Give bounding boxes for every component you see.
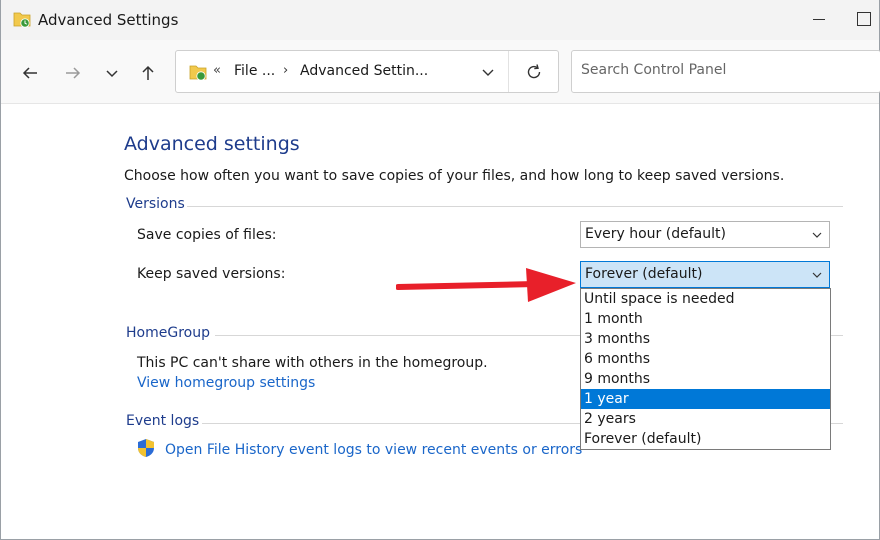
refresh-icon[interactable] <box>524 62 544 82</box>
dropdown-option[interactable]: 1 month <box>581 309 830 329</box>
breadcrumb-separator[interactable]: › <box>283 63 288 78</box>
chevron-down-icon <box>812 272 822 278</box>
chevron-down-icon <box>812 232 822 238</box>
back-arrow-icon <box>22 67 37 79</box>
view-homegroup-settings-link[interactable]: View homegroup settings <box>137 375 315 391</box>
window-title: Advanced Settings <box>38 11 179 29</box>
event-logs-group-label: Event logs <box>126 413 200 429</box>
recent-locations-button[interactable] <box>101 62 123 84</box>
advanced-settings-window: Advanced Settings « File ... › Advanced … <box>0 0 880 540</box>
forward-arrow-icon <box>66 67 81 79</box>
dropdown-option[interactable]: 3 months <box>581 329 830 349</box>
breadcrumb-advanced-settings[interactable]: Advanced Settin... <box>300 63 428 79</box>
breadcrumb-file-history[interactable]: File ... <box>234 63 275 79</box>
homegroup-group-label: HomeGroup <box>126 325 210 341</box>
keep-versions-value: Forever (default) <box>585 266 703 282</box>
keep-versions-label: Keep saved versions: <box>137 266 286 282</box>
dropdown-option[interactable]: 1 year <box>581 389 830 409</box>
keep-versions-select[interactable]: Forever (default) <box>580 261 830 288</box>
address-bar[interactable]: « File ... › Advanced Settin... <box>175 50 559 93</box>
navigation-bar: « File ... › Advanced Settin... <box>1 40 880 104</box>
search-box[interactable] <box>571 50 880 93</box>
control-panel-icon <box>188 62 208 82</box>
keep-versions-dropdown-list[interactable]: Until space is needed 1 month 3 months 6 mo… <box>580 288 831 450</box>
dropdown-option[interactable]: 6 months <box>581 349 830 369</box>
title-bar: Advanced Settings <box>1 0 879 40</box>
open-event-logs-link[interactable]: Open File History event logs to view rec… <box>165 442 582 458</box>
maximize-icon[interactable] <box>857 12 871 26</box>
dropdown-option[interactable]: 9 months <box>581 369 830 389</box>
versions-group-label: Versions <box>126 196 185 212</box>
dropdown-option[interactable]: 2 years <box>581 409 830 429</box>
versions-divider <box>187 206 843 207</box>
chevron-down-icon <box>106 70 118 78</box>
back-button[interactable] <box>19 62 41 84</box>
up-arrow-icon <box>142 65 154 80</box>
address-overflow-chevrons[interactable]: « <box>213 63 221 78</box>
page-title: Advanced settings <box>124 133 300 155</box>
up-button[interactable] <box>137 62 159 84</box>
save-copies-label: Save copies of files: <box>137 227 277 243</box>
file-history-icon <box>13 10 31 28</box>
homegroup-status: This PC can't share with others in the h… <box>137 355 488 371</box>
annotation-arrow-icon <box>396 268 576 302</box>
dropdown-option[interactable]: Forever (default) <box>581 429 830 449</box>
uac-shield-icon <box>137 438 155 458</box>
save-copies-value: Every hour (default) <box>585 226 726 242</box>
page-description: Choose how often you want to save copies… <box>124 168 785 184</box>
search-input[interactable] <box>581 62 861 78</box>
save-copies-select[interactable]: Every hour (default) <box>580 221 830 248</box>
dropdown-option[interactable]: Until space is needed <box>581 289 830 309</box>
address-divider <box>508 51 509 92</box>
minimize-icon[interactable] <box>813 19 825 20</box>
address-dropdown-icon[interactable] <box>480 64 496 80</box>
forward-button[interactable] <box>62 62 84 84</box>
